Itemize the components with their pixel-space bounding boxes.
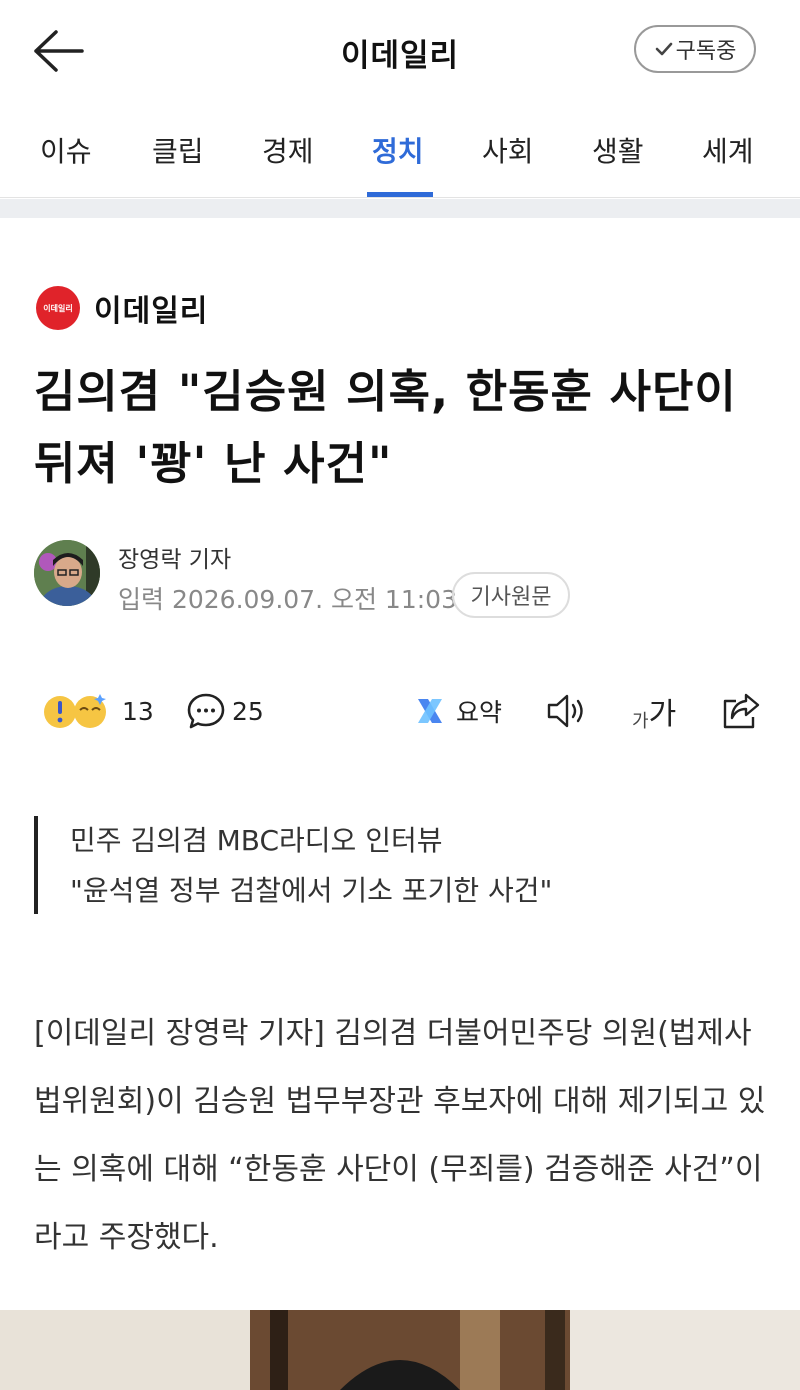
tab-society[interactable]: 사회 [482, 130, 534, 198]
article-headline: 김의겸 "김승원 의혹, 한동훈 사단이 뒤져 '꽝' 난 사건" [34, 365, 737, 490]
top-bar: 이데일리 구독중 [0, 0, 800, 100]
comment-button[interactable]: 25 [186, 684, 264, 738]
comment-icon [187, 693, 225, 729]
reporter-name[interactable]: 장영락 기자 [118, 540, 231, 574]
subheading-line: "윤석열 정부 검찰에서 기소 포기한 사건" [70, 874, 553, 907]
check-icon [655, 42, 672, 56]
reporter-avatar[interactable] [34, 540, 100, 606]
font-size-large-label: 가 [648, 697, 677, 732]
tab-politics[interactable]: 정치 [372, 130, 424, 198]
reaction-icon [44, 694, 106, 728]
share-button[interactable] [720, 684, 762, 738]
article-subheading: 민주 김의겸 MBC라디오 인터뷰 "윤석열 정부 검찰에서 기소 포기한 사건… [34, 816, 764, 914]
font-size-small-label: 가 [632, 711, 649, 732]
section-divider [0, 199, 800, 218]
tab-clip[interactable]: 클립 [152, 130, 204, 198]
author-info: 장영락 기자 입력 2026.09.07. 오전 11:03 기사원문 [34, 540, 764, 620]
article-photo[interactable] [0, 1310, 800, 1390]
press-name: 이데일리 [94, 294, 209, 329]
original-article-button[interactable]: 기사원문 [452, 572, 570, 618]
summary-icon [418, 699, 442, 723]
subheading-line: 민주 김의겸 MBC라디오 인터뷰 [70, 824, 443, 857]
article-body: [이데일리 장영락 기자] 김의겸 더불어민주당 의원(법제사법위원회)이 김승… [34, 1016, 766, 1255]
speaker-icon [547, 694, 583, 728]
subscribe-label: 구독중 [675, 39, 737, 64]
share-icon [723, 693, 760, 729]
subscribe-button[interactable]: 구독중 [634, 25, 756, 73]
font-size-icon: 가 가 [632, 689, 676, 733]
summary-label: 요약 [456, 698, 503, 727]
press-logo: 이데일리 [36, 286, 80, 330]
category-tabs: 이슈 클립 경제 정치 사회 생활 세계 [0, 104, 800, 198]
comment-count: 25 [232, 696, 264, 726]
reaction-button[interactable]: 13 [40, 684, 154, 738]
font-size-button[interactable]: 가 가 [632, 684, 676, 738]
tab-issue[interactable]: 이슈 [40, 130, 92, 198]
speaker-button[interactable] [546, 684, 588, 738]
tab-life[interactable]: 생활 [592, 130, 644, 198]
published-date: 입력 2026.09.07. 오전 11:03 [118, 585, 457, 614]
action-bar: 13 25 요약 가 가 [34, 684, 766, 738]
active-tab-indicator [367, 192, 433, 197]
press-info[interactable]: 이데일리 이데일리 [36, 286, 208, 330]
tab-world[interactable]: 세계 [702, 130, 754, 198]
summary-button[interactable]: 요약 [414, 684, 502, 738]
reaction-count: 13 [122, 696, 154, 726]
tab-economy[interactable]: 경제 [262, 130, 314, 198]
